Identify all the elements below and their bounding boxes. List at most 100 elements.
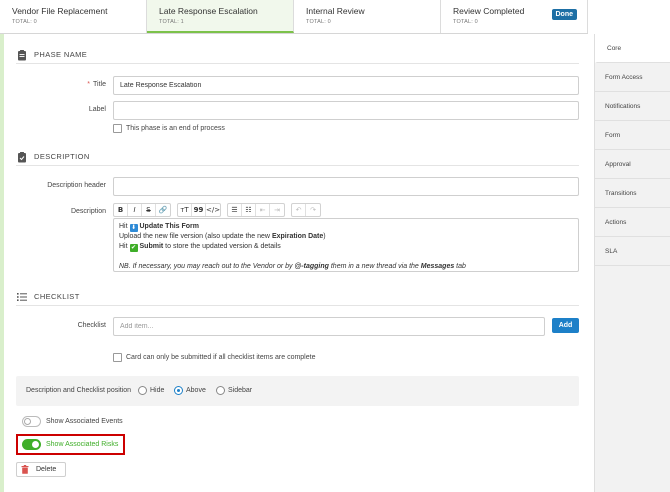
side-nav-item-notifications[interactable]: Notifications: [595, 92, 670, 121]
down-arrow-emoji-icon: ⬇: [129, 224, 138, 232]
phase-tab-total: TOTAL: 0: [12, 19, 37, 25]
position-sidebar-label: Sidebar: [228, 387, 253, 394]
side-nav-item-sla[interactable]: SLA: [595, 237, 670, 266]
side-nav-item-actions[interactable]: Actions: [595, 208, 670, 237]
note-bold-text: Messages: [420, 263, 455, 270]
phase-tab-name: Vendor File Replacement: [12, 6, 108, 16]
end-of-process-label: This phase is an end of process: [126, 125, 225, 132]
bold-button[interactable]: B: [114, 204, 128, 216]
clipboard-check-icon: [18, 151, 26, 162]
line-text: Upload the new file version (also update…: [119, 233, 272, 240]
show-events-label: Show Associated Events: [46, 418, 123, 425]
position-above-radio[interactable]: [174, 386, 183, 395]
note-text: them in a new thread via the: [328, 263, 421, 270]
editor-line-3: Hit ✔ Submit to store the updated version…: [119, 242, 573, 252]
section-title: DESCRIPTION: [34, 152, 90, 161]
line-bold-text: Update This Form: [139, 223, 200, 230]
delete-label: Delete: [36, 466, 57, 473]
side-nav-item-approval[interactable]: Approval: [595, 150, 670, 179]
editor-line-1: Hit ⬇ Update This Form: [119, 222, 573, 232]
section-title: CHECKLIST: [34, 292, 80, 301]
side-nav: Core Form Access Notifications Form Appr…: [594, 34, 670, 492]
bullet-list-button[interactable]: ☰: [228, 204, 242, 216]
phase-tab-late-response-escalation[interactable]: Late Response Escalation TOTAL: 1: [147, 0, 294, 33]
phase-tab-review-completed[interactable]: Review Completed TOTAL: 0 Done: [441, 0, 588, 33]
toggle-knob: [32, 441, 39, 448]
delete-phase-button[interactable]: Delete: [16, 462, 66, 477]
line-bold-text: Expiration Date: [271, 233, 324, 240]
side-nav-item-transitions[interactable]: Transitions: [595, 179, 670, 208]
italic-button[interactable]: I: [128, 204, 142, 216]
list-group: ☰ ☷ ⇤ ⇥: [227, 203, 285, 217]
required-mark: *: [87, 81, 91, 88]
position-sidebar-radio[interactable]: [216, 386, 225, 395]
format-group: B I S 🔗: [113, 203, 171, 217]
checklist-label: Checklist: [77, 322, 106, 329]
checklist-complete-label: Card can only be submitted if all checkl…: [126, 354, 316, 361]
done-badge: Done: [551, 9, 577, 20]
position-label: Description and Checklist position: [26, 387, 132, 394]
strikethrough-button[interactable]: S: [142, 204, 156, 216]
side-nav-item-core[interactable]: Core: [595, 34, 670, 63]
position-selector: Description and Checklist position Hide …: [16, 376, 579, 406]
ordered-list-button[interactable]: ☷: [242, 204, 256, 216]
undo-button[interactable]: ↶: [292, 204, 306, 216]
add-checklist-item-button[interactable]: Add: [552, 318, 579, 333]
position-hide-label: Hide: [150, 387, 165, 394]
side-nav-item-form[interactable]: Form: [595, 121, 670, 150]
description-header-input[interactable]: [113, 177, 579, 196]
line-text: to store the updated version & details: [163, 243, 281, 250]
description-header-label: Description header: [47, 182, 106, 189]
checklist-complete-checkbox[interactable]: [113, 353, 122, 362]
note-text: tab: [454, 263, 466, 270]
section-title: PHASE NAME: [34, 50, 88, 59]
position-above-label: Above: [186, 387, 206, 394]
list-icon: [17, 292, 27, 301]
phase-tab-name: Late Response Escalation: [159, 6, 258, 16]
editor-line-2: Upload the new file version (also update…: [119, 232, 573, 242]
checklist-section-header: CHECKLIST: [16, 288, 579, 306]
end-of-process-checkbox[interactable]: [113, 124, 122, 133]
indent-button[interactable]: ⇥: [270, 204, 284, 216]
label-input[interactable]: [113, 101, 579, 120]
note-text: NB. If necessary, you may reach out to t…: [119, 263, 295, 270]
phase-tab-internal-review[interactable]: Internal Review TOTAL: 0: [294, 0, 441, 33]
block-group: ᴛT 99 </>: [177, 203, 221, 217]
phase-editor: PHASE NAME *Title Label This phase is an…: [0, 34, 594, 492]
checklist-item-input[interactable]: [113, 317, 545, 336]
phase-tab-vendor-file-replacement[interactable]: Vendor File Replacement TOTAL: 0: [0, 0, 147, 33]
active-phase-rail: [0, 34, 4, 492]
show-risks-label: Show Associated Risks: [46, 441, 119, 448]
side-nav-item-form-access[interactable]: Form Access: [595, 63, 670, 92]
phase-tabs: Vendor File Replacement TOTAL: 0 Late Re…: [0, 0, 588, 34]
line-bold-text: Submit: [139, 243, 164, 250]
note-bold-text: @-tagging: [294, 263, 329, 270]
description-editor[interactable]: Hit ⬇ Update This Form Upload the new fil…: [113, 218, 579, 272]
toggle-knob: [24, 418, 31, 425]
phase-tab-total: TOTAL: 0: [306, 19, 331, 25]
editor-note: NB. If necessary, you may reach out to t…: [119, 262, 573, 272]
link-button[interactable]: 🔗: [156, 204, 170, 216]
description-section-header: DESCRIPTION: [16, 148, 579, 166]
editor-toolbar: B I S 🔗 ᴛT 99 </> ☰ ☷ ⇤ ⇥ ↶ ↷: [113, 202, 579, 218]
label-label: Label: [88, 106, 106, 113]
title-input[interactable]: [113, 76, 579, 95]
title-label: * Title: [16, 81, 106, 88]
trash-icon: [21, 465, 29, 474]
show-events-toggle[interactable]: [22, 416, 41, 427]
clipboard-icon: [18, 49, 26, 60]
check-mark-emoji-icon: ✔: [129, 244, 138, 252]
show-risks-toggle[interactable]: [22, 439, 41, 450]
phase-name-section-header: PHASE NAME: [16, 46, 579, 64]
quote-button[interactable]: 99: [192, 204, 206, 216]
history-group: ↶ ↷: [291, 203, 321, 217]
line-text: ): [323, 233, 326, 240]
position-hide-radio[interactable]: [138, 386, 147, 395]
outdent-button[interactable]: ⇤: [256, 204, 270, 216]
code-button[interactable]: </>: [206, 204, 220, 216]
title-label-text: Title: [93, 81, 106, 88]
heading-button[interactable]: ᴛT: [178, 204, 192, 216]
redo-button[interactable]: ↷: [306, 204, 320, 216]
line-text: Hit: [119, 223, 130, 230]
phase-tab-total: TOTAL: 1: [159, 19, 184, 25]
